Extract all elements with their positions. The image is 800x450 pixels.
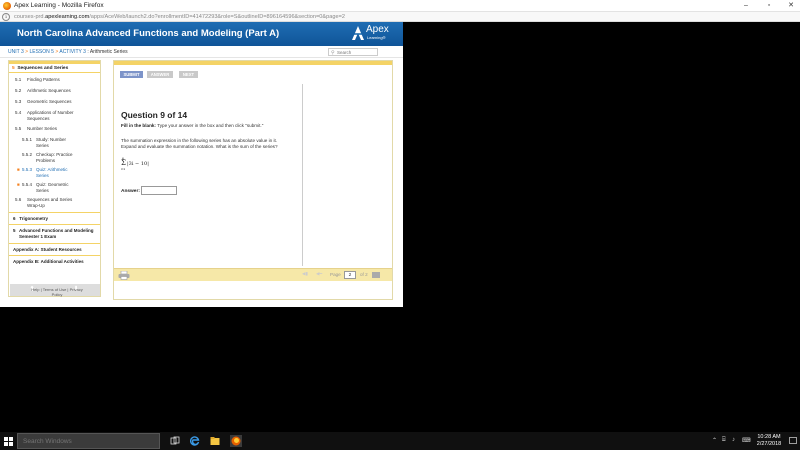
file-explorer-icon[interactable] xyxy=(210,436,220,446)
sidebar-item-5-6[interactable]: 5.6 Sequences and Series Wrap-Up xyxy=(15,197,100,209)
network-icon[interactable]: ⌸ xyxy=(722,437,726,444)
sidebar-stripe xyxy=(9,61,100,64)
question-panel: SUBMIT ANSWER NEXT Question 9 of 14 Fill… xyxy=(113,60,393,300)
breadcrumb-unit[interactable]: UNIT 3 xyxy=(8,49,24,55)
submit-button[interactable]: SUBMIT xyxy=(120,71,143,78)
search-box[interactable]: ⚲ xyxy=(328,48,378,56)
windows-start-icon[interactable] xyxy=(4,437,13,446)
breadcrumb-lesson[interactable]: LESSON 5 xyxy=(29,49,53,55)
browser-title-bar: Apex Learning - Mozilla Firefox – ▫ ✕ xyxy=(0,0,800,12)
action-center-icon[interactable] xyxy=(789,437,797,445)
edge-browser-icon[interactable] xyxy=(190,436,200,446)
taskbar-search[interactable] xyxy=(17,433,160,449)
divider xyxy=(9,212,100,213)
search-input[interactable] xyxy=(337,49,377,55)
tray-expand-icon[interactable]: ⌃ xyxy=(712,437,717,444)
url-text[interactable]: courses-prd.apexlearning.com/apps/AceWeb… xyxy=(14,14,345,20)
logo-subtitle: Learning® xyxy=(367,35,386,40)
printer-icon[interactable] xyxy=(118,271,130,280)
sidebar-unit-trigonometry[interactable]: 6 Trigonometry xyxy=(13,216,98,222)
first-page-icon[interactable]: ◀▮ xyxy=(302,271,308,277)
breadcrumb-activity[interactable]: ACTIVITY 3 xyxy=(59,49,86,55)
breadcrumb: UNIT 3 > LESSON 5 > ACTIVITY 3 : Arithme… xyxy=(0,46,403,58)
sidebar-appendix-a[interactable]: Appendix A: Student Resources xyxy=(13,247,98,253)
course-banner: North Carolina Advanced Functions and Mo… xyxy=(0,22,403,46)
maximize-button[interactable]: ▫ xyxy=(763,1,775,11)
sidebar-item-5-4[interactable]: 5.4 Applications of Number Sequences xyxy=(15,110,100,122)
minimize-button[interactable]: – xyxy=(740,1,752,11)
answer-input[interactable] xyxy=(141,186,177,195)
close-window-button[interactable]: ✕ xyxy=(785,1,797,11)
go-page-icon[interactable] xyxy=(372,272,380,278)
divider xyxy=(9,243,100,244)
site-info-icon[interactable]: i xyxy=(2,13,10,21)
summation-formula: 6 Σ i=1 |3i − 10| xyxy=(121,157,161,171)
page-number-input[interactable]: 2 xyxy=(344,271,356,279)
search-icon: ⚲ xyxy=(331,49,335,56)
current-item-marker: ■ xyxy=(17,167,20,172)
question-instructions: Fill in the blank: Type your answer in t… xyxy=(121,123,264,128)
question-prompt: The summation expression in the followin… xyxy=(121,138,278,149)
apex-logo-icon xyxy=(352,26,364,40)
sidebar-item-5-5-3[interactable]: ■ 5.5.3 Quiz: Arithmetic Series xyxy=(17,167,100,179)
divider xyxy=(9,72,100,73)
divider xyxy=(9,255,100,256)
summation-expression: |3i − 10| xyxy=(127,161,149,167)
sidebar-item-5-5-2[interactable]: 5.5.2 Checkup: Practice Problems xyxy=(22,152,100,164)
taskbar-search-input[interactable] xyxy=(23,437,153,446)
url-bar[interactable]: i courses-prd.apexlearning.com/apps/AceW… xyxy=(0,12,800,22)
answer-button[interactable]: ANSWER xyxy=(147,71,173,78)
course-title: North Carolina Advanced Functions and Mo… xyxy=(17,28,280,39)
item-marker: ■ xyxy=(17,182,20,187)
breadcrumb-colon: : xyxy=(87,49,89,55)
content-divider xyxy=(302,84,303,266)
panel-footer: ◀▮ ◀━ Page 2 of 2 xyxy=(114,268,392,281)
privacy-link[interactable]: Privacy xyxy=(70,287,83,292)
next-button[interactable]: NEXT xyxy=(179,71,198,78)
sidebar-item-5-5-1[interactable]: 5.5.1 Study: Number Series xyxy=(22,137,100,149)
breadcrumb-sep: > xyxy=(55,49,59,55)
sidebar-semester-exam[interactable]: 5 Advanced Functions and Modeling Semest… xyxy=(13,228,98,240)
page-label: Page xyxy=(330,272,341,277)
help-link[interactable]: Help xyxy=(31,287,39,292)
lesson-sidebar: 5 Sequences and Series 5.1 Finding Patter… xyxy=(8,60,101,297)
firefox-taskbar-icon[interactable] xyxy=(230,435,242,447)
sidebar-appendix-b[interactable]: Appendix B: Additional Activities xyxy=(13,259,98,265)
answer-label: Answer: xyxy=(121,189,140,194)
pager: ◀▮ ◀━ Page 2 of 2 xyxy=(302,271,392,280)
sidebar-unit-heading[interactable]: 5 Sequences and Series xyxy=(12,66,68,71)
windows-taskbar: ⌃ ⌸ ♪ ⌨ 10:28 AM 2/27/2018 xyxy=(0,432,800,450)
panel-stripe xyxy=(114,61,392,65)
clock-time: 10:28 AM xyxy=(757,434,781,440)
breadcrumb-current: Arithmetic Series xyxy=(89,49,128,55)
volume-icon[interactable]: ♪ xyxy=(732,437,735,443)
footer-links: Help | Terms of Use | Privacy Policy xyxy=(31,287,83,297)
apex-logo: Apex Learning® xyxy=(351,24,399,44)
system-clock[interactable]: 10:28 AM 2/27/2018 xyxy=(752,434,786,448)
page-total: of 2 xyxy=(360,272,368,277)
privacy-policy-link[interactable]: Policy xyxy=(52,292,63,297)
firefox-icon xyxy=(3,2,11,10)
clock-date: 2/27/2018 xyxy=(756,441,782,447)
web-page: North Carolina Advanced Functions and Mo… xyxy=(0,22,403,307)
breadcrumb-sep: > xyxy=(25,49,29,55)
sidebar-item-5-5-4[interactable]: ■ 5.5.4 Quiz: Geometric Series xyxy=(17,182,100,194)
sigma-lower-limit: i=1 xyxy=(121,167,126,171)
question-title: Question 9 of 14 xyxy=(121,110,188,120)
sigma-icon: Σ xyxy=(121,159,126,167)
logo-word: Apex xyxy=(366,24,389,35)
breadcrumb-trail: UNIT 3 > LESSON 5 > ACTIVITY 3 : Arithme… xyxy=(8,49,128,55)
divider xyxy=(9,224,100,225)
window-title: Apex Learning - Mozilla Firefox xyxy=(14,2,104,9)
keyboard-icon[interactable]: ⌨ xyxy=(742,437,751,444)
prev-page-icon[interactable]: ◀━ xyxy=(316,271,322,277)
task-view-icon[interactable] xyxy=(170,436,180,446)
